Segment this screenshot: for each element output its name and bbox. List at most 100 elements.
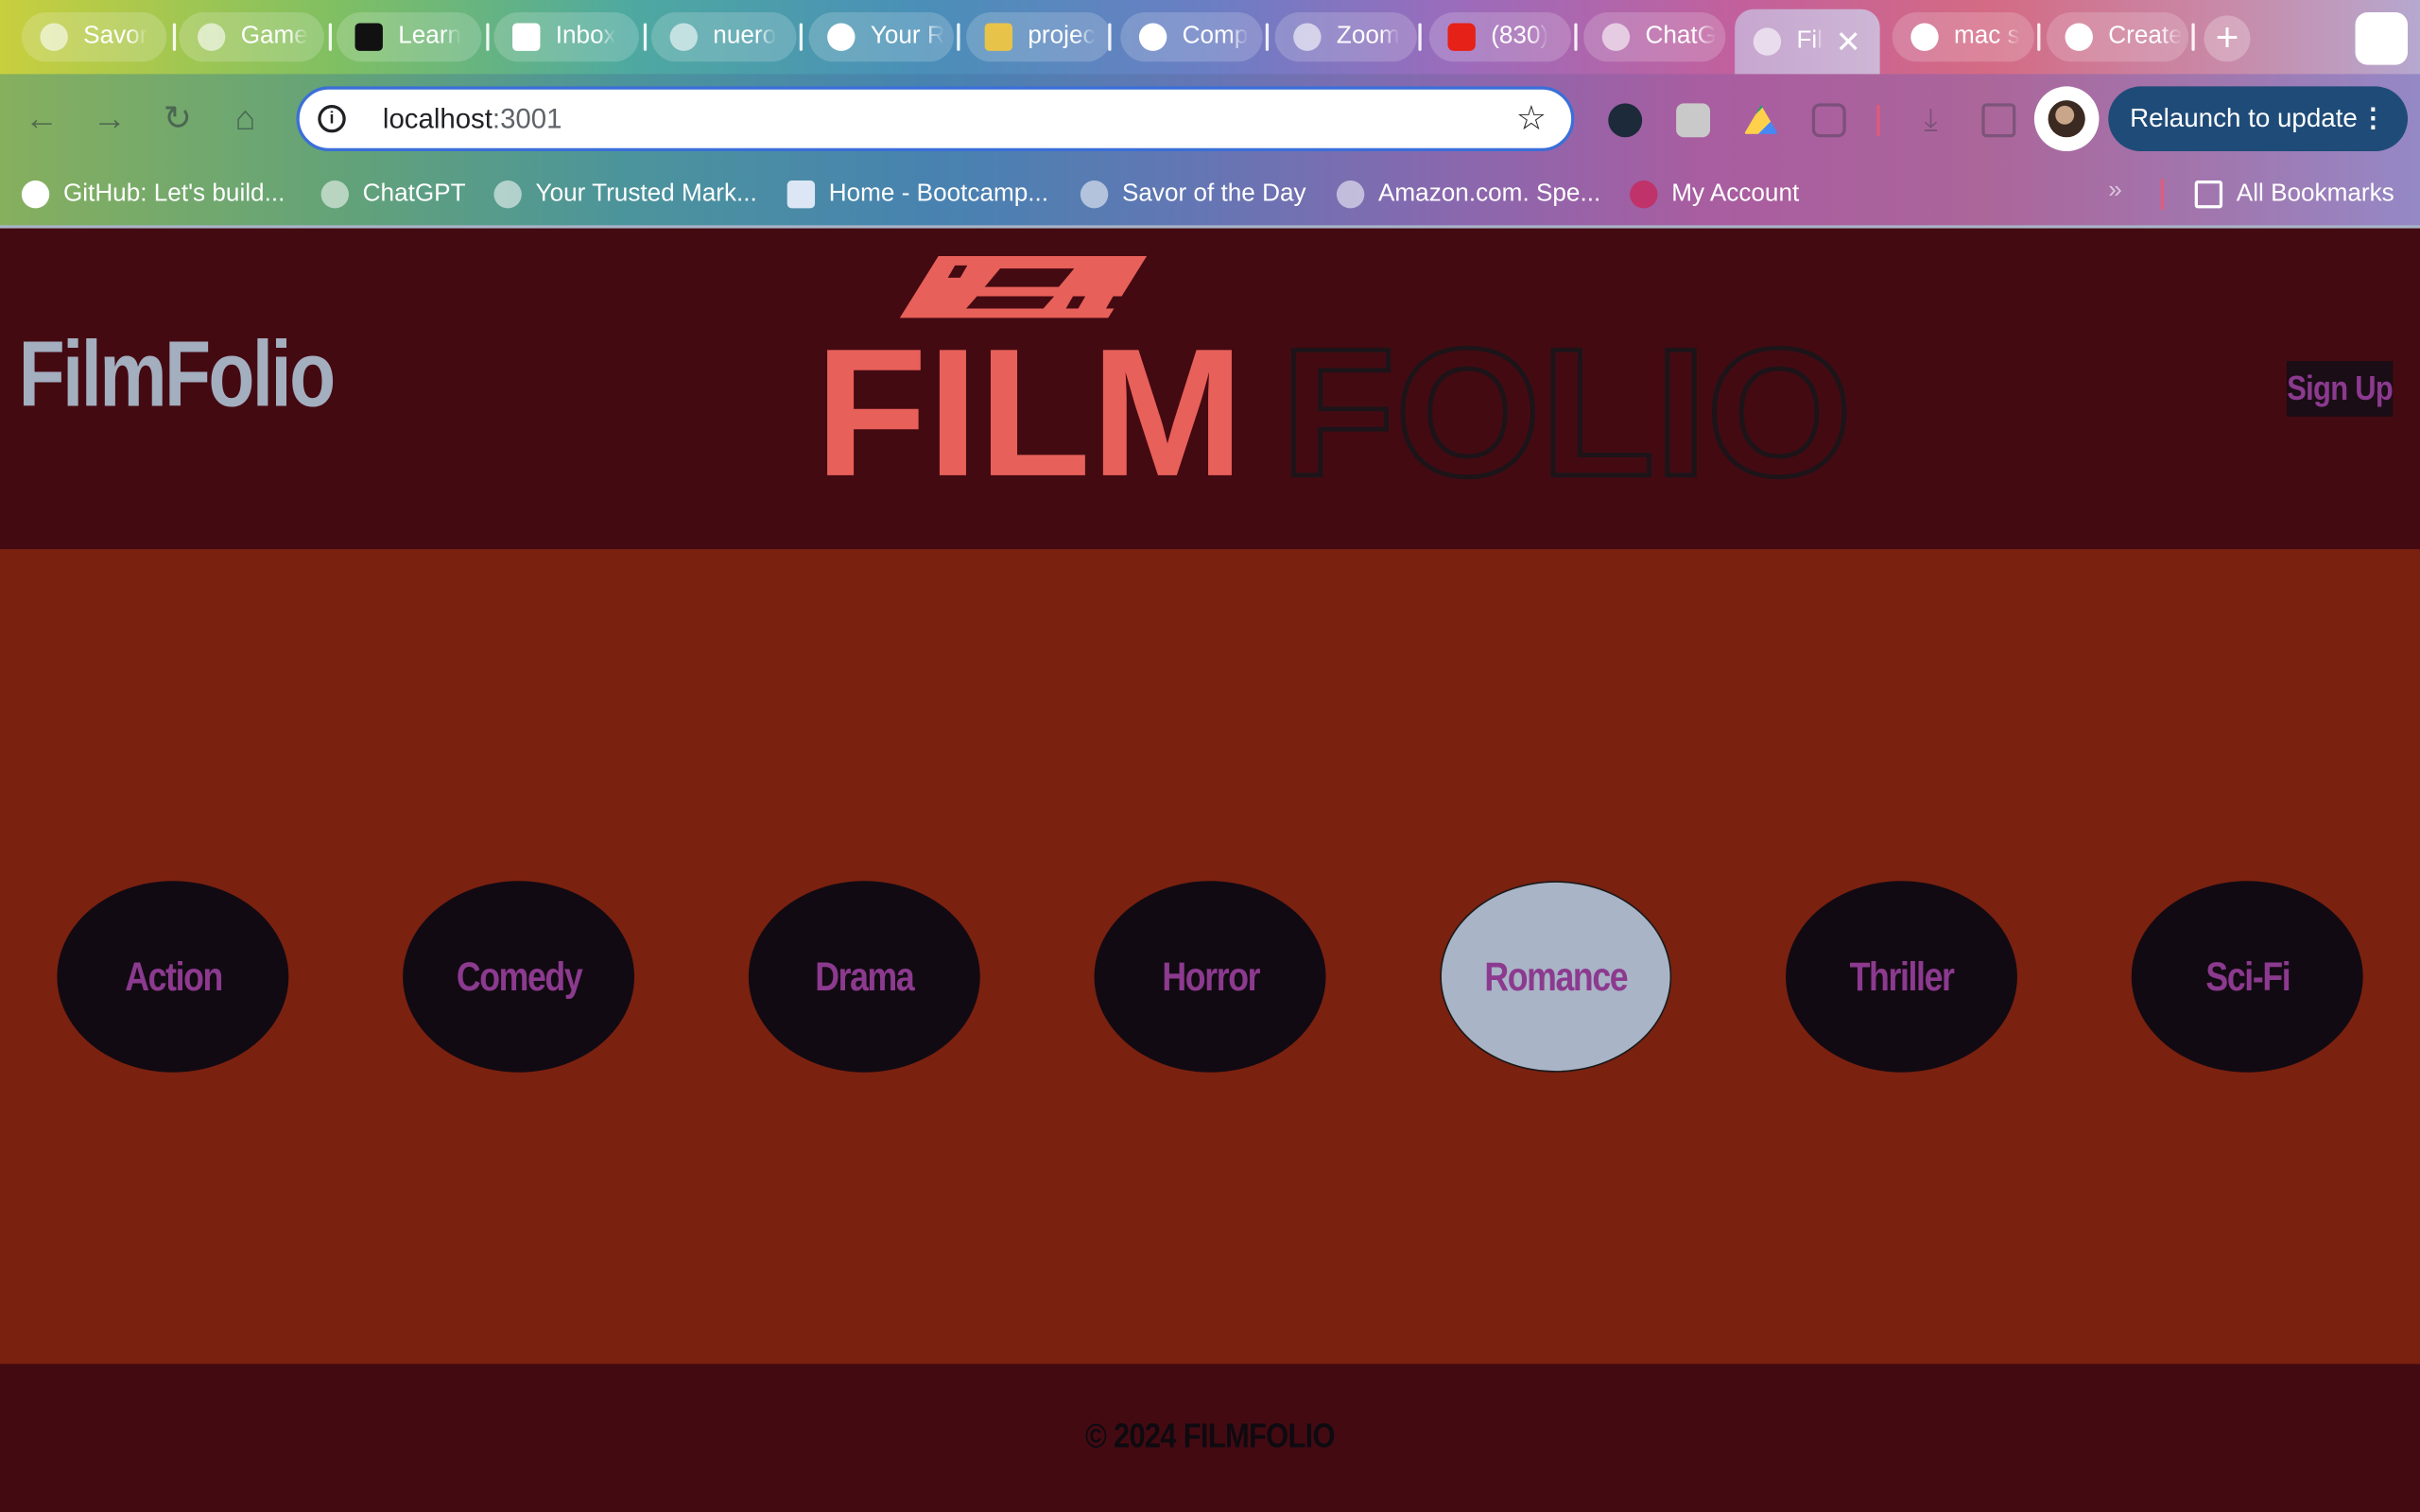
tab-nuero[interactable]: nuero xyxy=(650,12,797,62)
site-footer: © 2024 FILMFOLIO xyxy=(0,1364,2420,1512)
tab-separator xyxy=(2191,23,2195,51)
tab-strip: Savor Game Learn Inbox nuero Your R proj… xyxy=(0,0,2420,75)
gmail-icon xyxy=(512,23,541,51)
all-bookmarks-button[interactable]: All Bookmarks xyxy=(2194,178,2394,212)
tab-your-r[interactable]: Your R xyxy=(808,12,955,62)
copyright-text: © 2024 FILMFOLIO xyxy=(1085,1416,1336,1455)
sign-up-button[interactable]: Sign Up xyxy=(2287,361,2394,417)
freecodecamp-icon xyxy=(354,23,383,51)
genre-thriller-button[interactable]: Thriller xyxy=(1786,881,2017,1073)
bookmark-savor[interactable]: Savor of the Day xyxy=(1080,178,1306,212)
site-info-icon[interactable]: i xyxy=(318,105,346,133)
bookmark-amazon[interactable]: Amazon.com. Spe... xyxy=(1336,178,1600,212)
address-host: localhost xyxy=(382,102,493,134)
tab-separator xyxy=(486,23,490,51)
profile-avatar[interactable] xyxy=(2033,86,2100,152)
genre-comedy-button[interactable]: Comedy xyxy=(403,881,635,1073)
docs-icon xyxy=(197,23,226,51)
tab-savor[interactable]: Savor xyxy=(21,12,167,62)
bookmark-bootcamp[interactable]: Home - Bootcamp... xyxy=(786,178,1048,212)
download-icon[interactable]: ⤓ xyxy=(1914,103,1948,137)
tab-zoom[interactable]: Zoom xyxy=(1274,12,1417,62)
back-arrow-icon[interactable]: ← xyxy=(22,98,61,138)
tab-separator xyxy=(328,23,333,51)
tab-projec[interactable]: projec xyxy=(966,12,1112,62)
tab-chatgpt[interactable]: ChatG xyxy=(1583,12,1726,62)
tab-learn[interactable]: Learn xyxy=(336,12,482,62)
tab-mac-s[interactable]: mac s xyxy=(1892,12,2034,62)
home-icon[interactable]: ⌂ xyxy=(225,98,265,138)
tab-inbox[interactable]: Inbox xyxy=(493,12,639,62)
bootcamp-icon xyxy=(786,180,816,209)
reload-icon[interactable]: ↻ xyxy=(158,98,198,138)
window-control-square[interactable] xyxy=(2355,12,2409,65)
new-tab-button[interactable]: + xyxy=(2204,15,2251,62)
google-icon xyxy=(1910,23,1939,51)
bookmarks-bar: GitHub: Let's build... ChatGPT Your Trus… xyxy=(0,163,2420,225)
tab-separator xyxy=(1574,23,1578,51)
genre-romance-button[interactable]: Romance xyxy=(1440,881,1672,1073)
toolbar-separator xyxy=(1876,105,1880,136)
github-icon xyxy=(21,180,50,209)
site-header: FilmFolio FILM FOLIO Sign Up xyxy=(0,228,2420,550)
tab-separator xyxy=(1265,23,1270,51)
filmfolio-logo: FILM FOLIO xyxy=(815,256,1855,503)
address-bar[interactable]: i localhost:3001 ☆ xyxy=(296,86,1575,152)
github-icon xyxy=(1138,23,1167,51)
forward-arrow-icon[interactable]: → xyxy=(90,98,130,138)
tab-separator xyxy=(1418,23,1422,51)
more-options-icon[interactable]: ⋮ xyxy=(2360,103,2386,134)
browser-toolbar: ← → ↻ ⌂ i localhost:3001 ☆ ⤓ Relaunch to… xyxy=(0,74,2420,163)
close-tab-icon[interactable]: ✕ xyxy=(1836,23,1861,61)
folder-icon xyxy=(2194,180,2223,209)
genre-section: Action Comedy Drama Horror Romance Thril… xyxy=(0,549,2420,1365)
bookmark-github[interactable]: GitHub: Let's build... xyxy=(21,178,285,212)
bookmarks-separator xyxy=(2160,179,2165,211)
chatgpt-icon xyxy=(1601,23,1631,51)
logo-word-film: FILM xyxy=(815,311,1244,503)
chatgpt-icon xyxy=(320,180,349,209)
globe-icon xyxy=(1753,27,1782,56)
tab-separator xyxy=(1108,23,1112,51)
bookmark-star-icon[interactable]: ☆ xyxy=(1516,98,1547,138)
genre-horror-button[interactable]: Horror xyxy=(1094,881,1326,1073)
tab-game[interactable]: Game xyxy=(179,12,324,62)
genre-drama-button[interactable]: Drama xyxy=(748,881,980,1073)
side-panel-icon[interactable] xyxy=(1981,103,2016,138)
feather-icon xyxy=(1630,180,1658,209)
extension-h-icon[interactable] xyxy=(1676,103,1711,138)
extensions-puzzle-icon[interactable] xyxy=(1811,103,1846,138)
tab-separator xyxy=(172,23,177,51)
globe-icon xyxy=(1080,180,1109,209)
tab-filmfolio-active[interactable]: Fil ✕ xyxy=(1735,9,1880,75)
tab-comp[interactable]: Comp xyxy=(1120,12,1263,62)
youtube-icon xyxy=(1447,23,1476,51)
bookmark-chatgpt[interactable]: ChatGPT xyxy=(320,178,466,212)
canva-icon xyxy=(2065,23,2093,51)
google-drive-icon[interactable] xyxy=(1743,105,1778,134)
relaunch-label: Relaunch to update xyxy=(2130,103,2358,133)
genre-action-button[interactable]: Action xyxy=(57,881,289,1073)
tab-separator xyxy=(799,23,804,51)
tab-create[interactable]: Create xyxy=(2046,12,2189,62)
zoom-icon xyxy=(1293,23,1322,51)
tab-separator xyxy=(957,23,960,51)
tab-separator xyxy=(2037,23,2041,51)
genre-scifi-button[interactable]: Sci-Fi xyxy=(2131,881,2363,1073)
globe-icon xyxy=(40,23,68,51)
address-port: :3001 xyxy=(492,102,562,134)
relaunch-button[interactable]: Relaunch to update ⋮ xyxy=(2108,86,2409,152)
logo-word-folio: FOLIO xyxy=(1281,311,1852,503)
tab-separator xyxy=(643,23,648,51)
slack-icon xyxy=(984,23,1013,51)
film-strip-icon xyxy=(899,256,1148,318)
brand-title[interactable]: FilmFolio xyxy=(19,321,337,428)
bookmark-my-account[interactable]: My Account xyxy=(1630,178,1799,212)
tab-youtube[interactable]: (830) xyxy=(1428,12,1572,62)
google-icon xyxy=(669,23,698,51)
globe-icon xyxy=(1336,180,1365,209)
bookmark-trusted-mark[interactable]: Your Trusted Mark... xyxy=(493,178,757,212)
bookmarks-overflow-icon[interactable]: » xyxy=(2108,178,2122,205)
password-manager-icon[interactable] xyxy=(1608,103,1643,138)
globe-icon xyxy=(493,180,522,209)
